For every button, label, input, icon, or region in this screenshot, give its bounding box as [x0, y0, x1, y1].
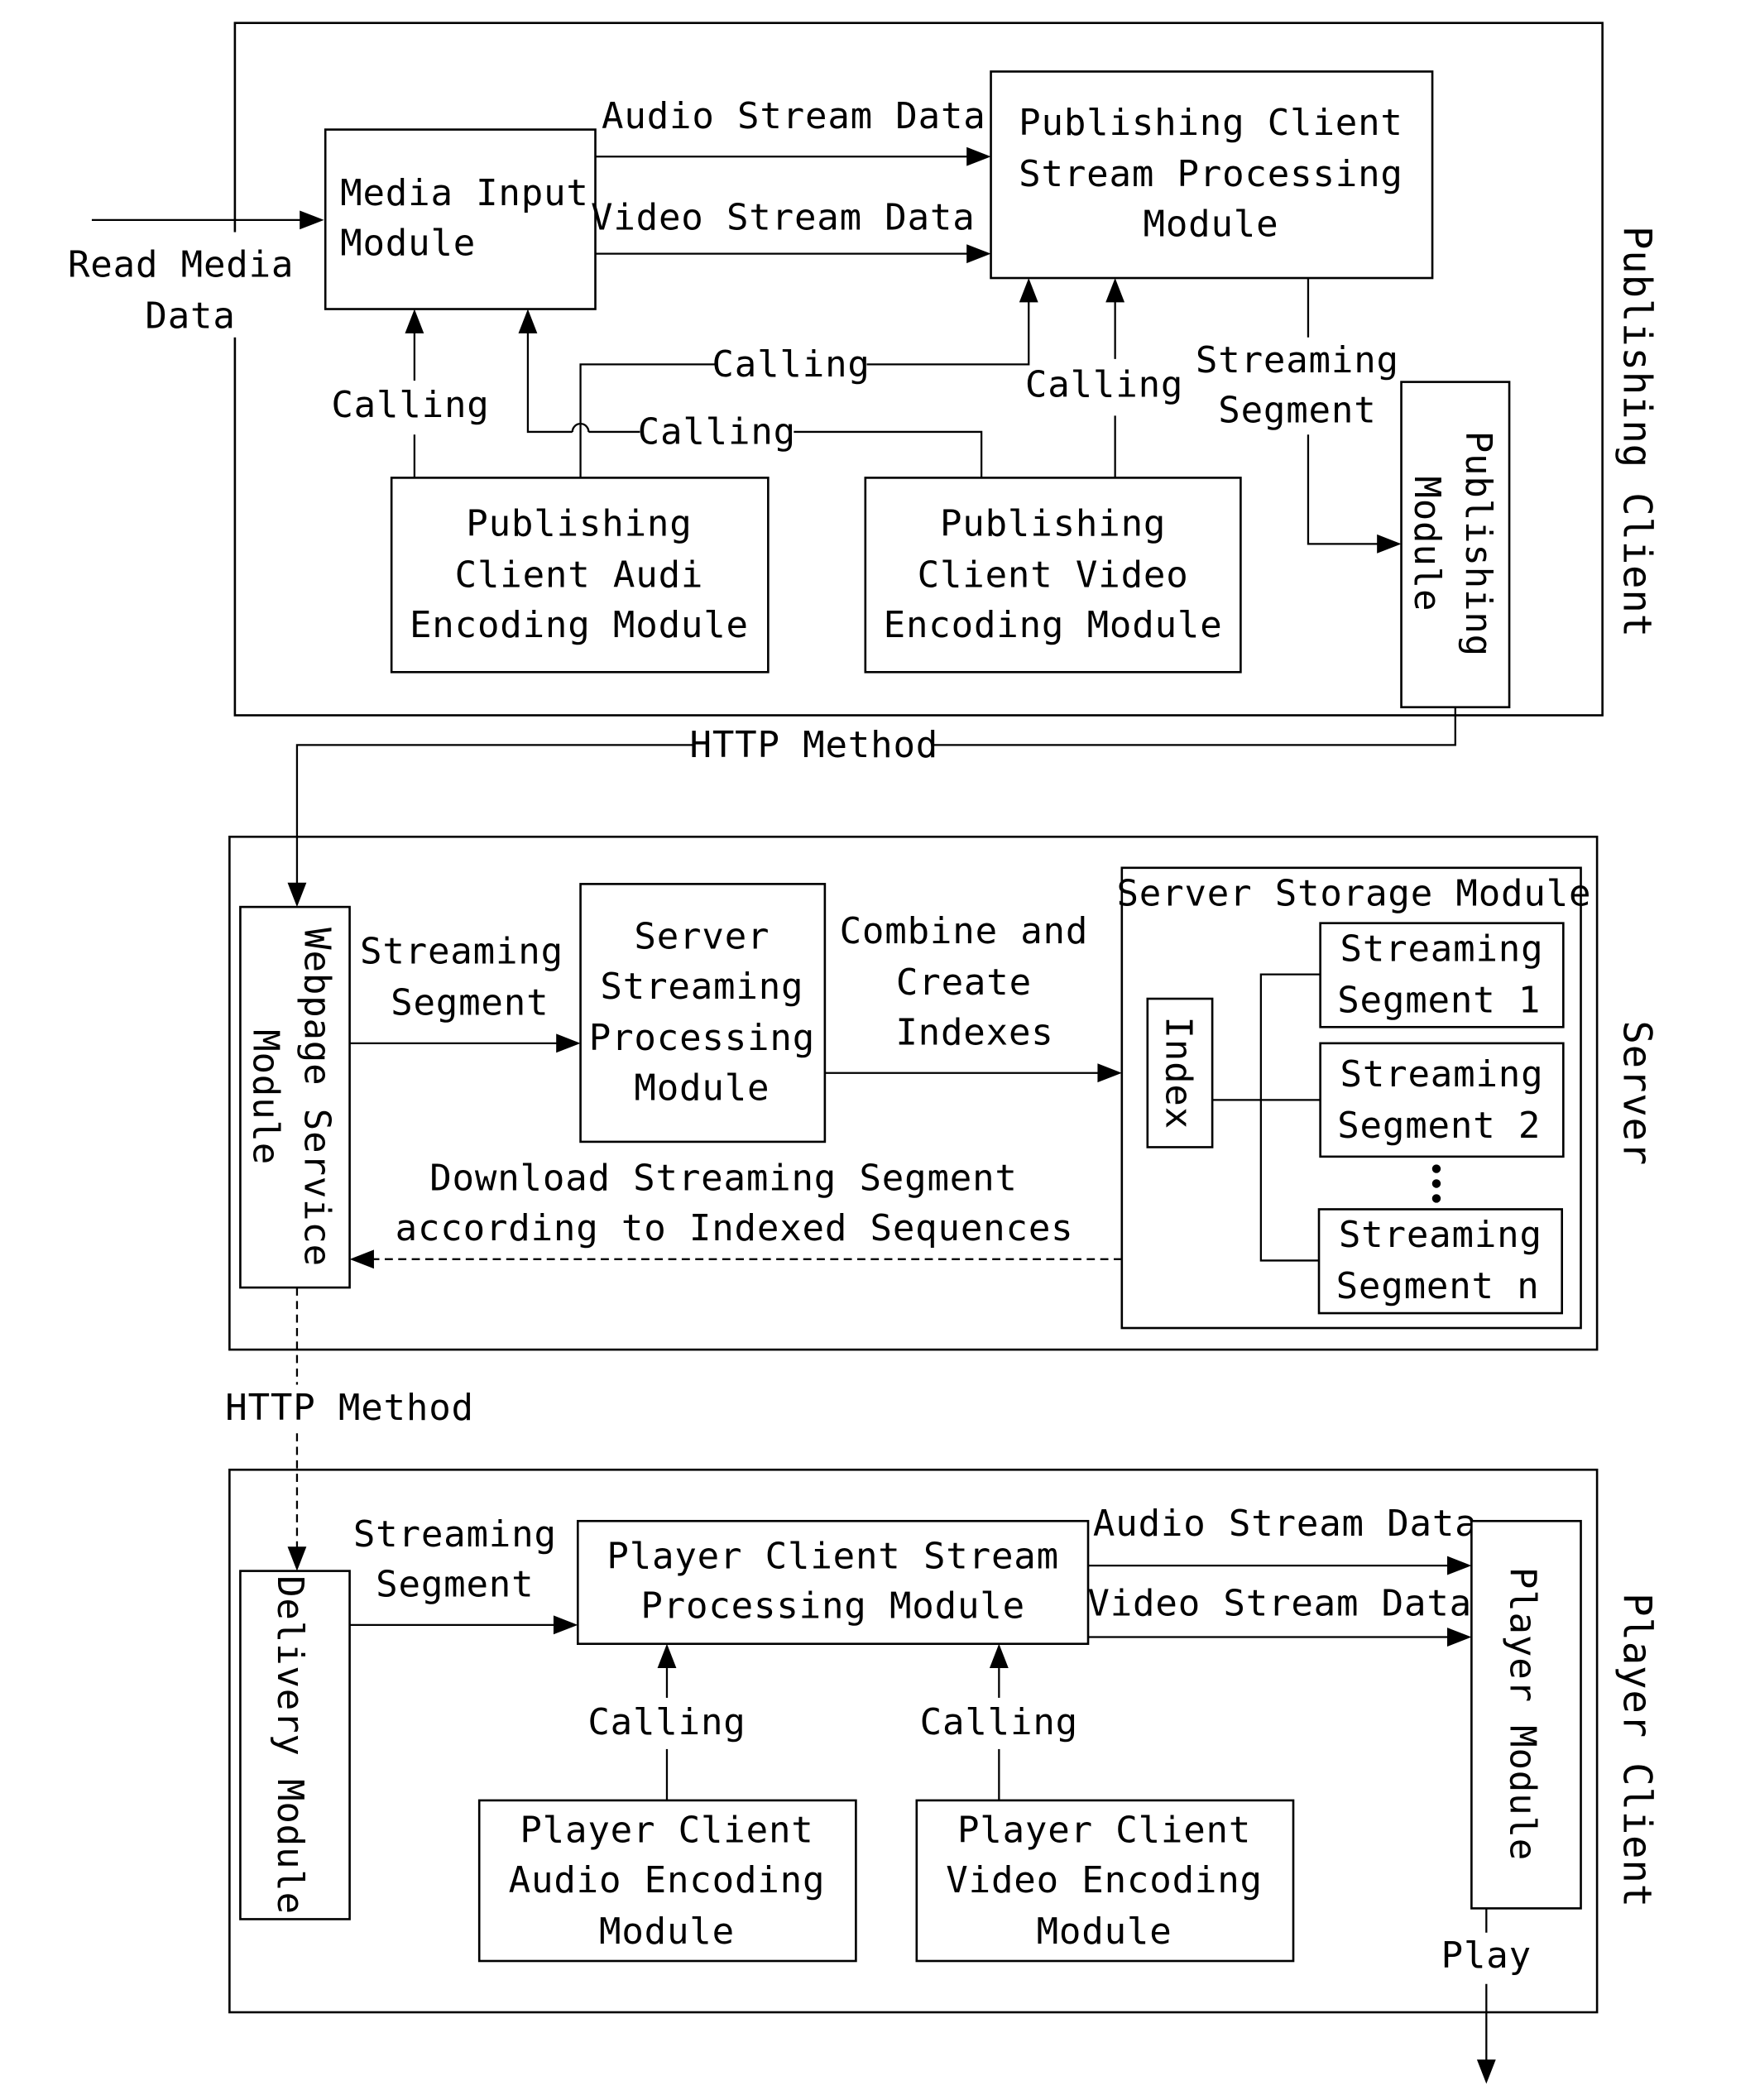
calling-top-line-b — [866, 300, 1030, 366]
arrowhead — [1447, 1556, 1472, 1575]
server-streaming-processing-label-4: Module — [634, 1067, 770, 1109]
server-storage-module-title: Server Storage Module — [1116, 872, 1591, 914]
publishing-stream-processing-label-1: Publishing Client — [1019, 102, 1403, 144]
arrowhead — [1447, 1628, 1472, 1647]
http-method-top-line-a — [931, 707, 1456, 746]
player-video-encoding-label-2: Video Encoding — [946, 1859, 1263, 1901]
combine-label-1: Combine and — [840, 910, 1089, 952]
publishing-video-encoding-label-1: Publishing — [940, 503, 1166, 545]
media-input-module-label-1: Media Input — [340, 172, 589, 214]
publishing-audio-encoding-label-3: Encoding Module — [410, 604, 749, 646]
combine-label-3: Indexes — [895, 1011, 1053, 1053]
server-section: Server Webpage Service Module Streaming … — [228, 835, 1660, 1351]
calling-right-label: Calling — [1025, 364, 1183, 406]
arrowhead — [1377, 534, 1402, 554]
arrowhead — [989, 1643, 1009, 1669]
media-input-module-label-2: Module — [340, 222, 476, 264]
media-input-module — [324, 128, 597, 310]
player-video-encoding-label-3: Module — [1037, 1911, 1172, 1953]
video-stream-data-label: Video Stream Data — [591, 196, 976, 238]
server-streaming-processing-label-1: Server — [634, 916, 770, 958]
player-module-label: Player Module — [1502, 1567, 1544, 1861]
player-streaming-segment-label-2: Segment — [376, 1564, 534, 1606]
publishing-video-encoding-label-3: Encoding Module — [884, 604, 1223, 646]
calling-mid-label: Calling — [638, 411, 796, 453]
ellipsis-dot — [1431, 1194, 1441, 1203]
server-streaming-segment-label-1: Streaming — [360, 931, 563, 973]
arrowhead — [657, 1643, 677, 1669]
publishing-audio-encoding-label-2: Client Audi — [455, 554, 704, 597]
player-stream-processing-label-2: Processing Module — [640, 1585, 1025, 1628]
download-label-1: Download Streaming Segment — [429, 1158, 1018, 1200]
calling-mid-line-a — [526, 330, 573, 434]
play-label: Play — [1441, 1935, 1532, 1977]
arrowhead — [553, 1615, 578, 1635]
publishing-video-encoding-label-2: Client Video — [918, 554, 1189, 597]
streaming-segment-2-label-2: Segment 2 — [1337, 1105, 1541, 1147]
arrowhead — [349, 1249, 374, 1269]
combine-label-2: Create — [896, 961, 1032, 1004]
server-streaming-processing-label-2: Streaming — [600, 966, 803, 1008]
streaming-architecture-diagram: Publishing Client Read Media Data Media … — [68, 22, 1660, 2084]
calling-mid-line-c — [794, 430, 983, 478]
streaming-segment-line-b — [1307, 434, 1380, 545]
arrowhead — [518, 309, 538, 333]
publishing-client-section: Publishing Client Read Media Data Media … — [68, 22, 1660, 717]
player-audio-encoding-label-2: Audio Encoding — [509, 1859, 826, 1901]
http-method-top-label: HTTP Method — [690, 724, 939, 766]
ellipsis-dot — [1431, 1179, 1441, 1188]
player-audio-stream-data-label: Audio Stream Data — [1093, 1503, 1478, 1545]
arrowhead — [966, 146, 991, 166]
http-method-top-line-b — [295, 744, 696, 886]
arrowhead — [966, 244, 991, 264]
player-audio-encoding-label-3: Module — [599, 1911, 735, 1953]
arrowhead — [556, 1033, 581, 1053]
player-client-section: Player Client Delivery Module Streaming … — [228, 1468, 1660, 2084]
calling-top-label: Calling — [712, 343, 870, 386]
streaming-segment-n-label-2: Segment n — [1336, 1265, 1540, 1307]
arrowhead — [405, 309, 424, 333]
audio-stream-data-label: Audio Stream Data — [602, 95, 986, 137]
player-video-encoding-label-1: Player Client — [957, 1809, 1251, 1851]
publishing-audio-encoding-label-1: Publishing — [466, 503, 692, 545]
index-label: Index — [1158, 1016, 1200, 1129]
player-client-label: Player Client — [1614, 1593, 1660, 1908]
download-label-2: according to Indexed Sequences — [396, 1207, 1074, 1249]
arrowhead — [1105, 278, 1125, 303]
player-calling-left-label: Calling — [587, 1701, 746, 1743]
http-method-bottom-label: HTTP Method — [225, 1387, 474, 1429]
player-calling-right-label: Calling — [920, 1701, 1078, 1743]
publishing-stream-processing-label-2: Stream Processing — [1019, 153, 1403, 195]
player-audio-encoding-label-1: Player Client — [520, 1809, 813, 1851]
webpage-service-module-label-1: Webpage Service — [296, 928, 338, 1267]
ellipsis-dot — [1431, 1164, 1441, 1173]
server-label: Server — [1614, 1020, 1660, 1166]
delivery-module-label: Delivery Module — [269, 1575, 311, 1915]
publishing-client-label: Publishing Client — [1614, 226, 1660, 638]
streaming-segment-1-label-1: Streaming — [1340, 928, 1543, 970]
arrowhead — [287, 882, 307, 908]
publishing-module-label-1: Publishing — [1457, 431, 1499, 657]
arrowhead — [1097, 1063, 1122, 1083]
player-stream-processing-label-1: Player Client Stream — [607, 1535, 1059, 1577]
streaming-segment-label-2: Segment — [1218, 390, 1376, 432]
read-media-label-2: Data — [145, 295, 235, 337]
streaming-segment-1-label-2: Segment 1 — [1337, 979, 1541, 1021]
webpage-service-module-label-2: Module — [245, 1029, 287, 1165]
streaming-segment-2-label-1: Streaming — [1340, 1053, 1543, 1096]
arrowhead — [1476, 2059, 1496, 2084]
streaming-segment-label-1: Streaming — [1196, 339, 1399, 381]
server-streaming-processing-label-3: Processing — [589, 1017, 815, 1059]
server-streaming-segment-label-2: Segment — [391, 982, 549, 1024]
arrowhead — [1019, 278, 1038, 303]
arrowhead — [287, 1546, 307, 1571]
player-streaming-segment-label-1: Streaming — [353, 1513, 557, 1556]
publishing-module-label-2: Module — [1406, 476, 1448, 611]
streaming-segment-n-label-1: Streaming — [1339, 1214, 1542, 1256]
read-media-label-1: Read Media — [68, 243, 294, 285]
calling-left-label: Calling — [331, 384, 489, 426]
arrowhead — [300, 210, 324, 230]
publishing-stream-processing-label-3: Module — [1144, 203, 1279, 245]
player-video-stream-data-label: Video Stream Data — [1087, 1582, 1472, 1624]
